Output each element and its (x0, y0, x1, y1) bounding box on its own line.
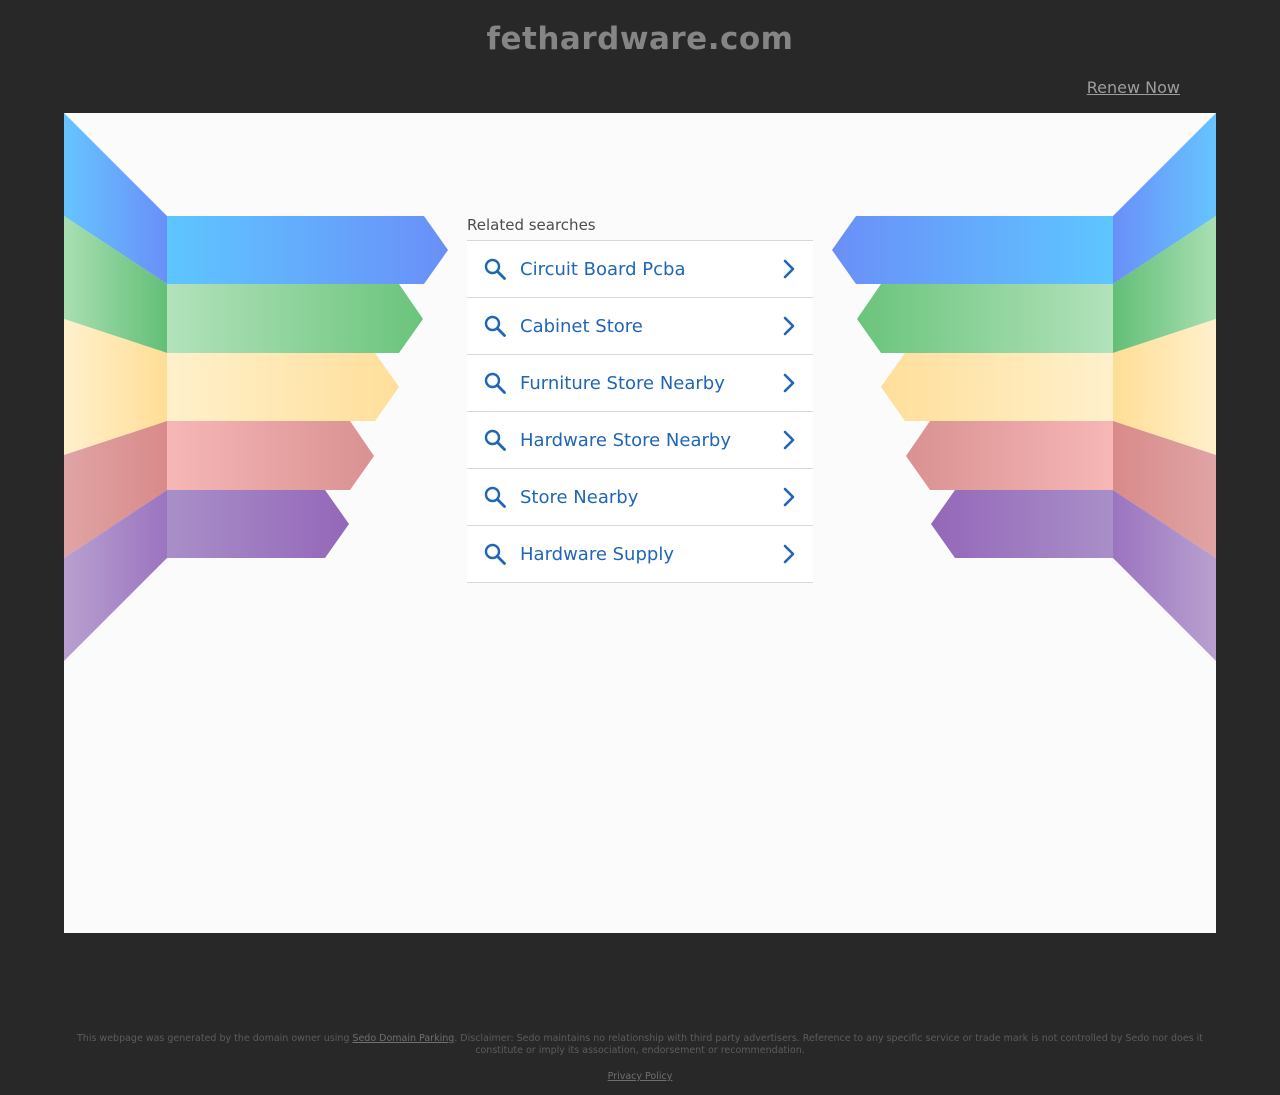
chevron-right-icon (783, 430, 795, 450)
related-search-label: Hardware Supply (520, 543, 674, 565)
disclaimer-text-start: This webpage was generated by the domain… (77, 1033, 353, 1044)
search-icon (484, 258, 506, 280)
footer-disclaimer: This webpage was generated by the domain… (64, 1033, 1216, 1057)
right-arrow-green (857, 284, 1113, 353)
privacy-section: Privacy Policy (0, 1071, 1280, 1083)
right-arrow-blue (832, 216, 1113, 284)
chevron-right-icon (783, 316, 795, 336)
search-icon (484, 543, 506, 565)
chevron-right-icon (783, 487, 795, 507)
related-search-label: Hardware Store Nearby (520, 429, 731, 451)
chevron-right-icon (783, 373, 795, 393)
disclaimer-text-end: . Disclaimer: Sedo maintains no relation… (454, 1033, 1203, 1056)
search-icon (484, 315, 506, 337)
related-search-item[interactable]: Circuit Board Pcba (467, 241, 813, 298)
related-search-item[interactable]: Hardware Supply (467, 526, 813, 583)
related-search-label: Cabinet Store (520, 315, 643, 337)
search-icon (484, 486, 506, 508)
chevron-right-icon (783, 544, 795, 564)
right-arrow-yellow (881, 353, 1113, 421)
related-search-item[interactable]: Hardware Store Nearby (467, 412, 813, 469)
related-search-item[interactable]: Store Nearby (467, 469, 813, 526)
main-panel: Related searches Circuit Board Pcba Cabi… (64, 113, 1216, 933)
related-search-item[interactable]: Cabinet Store (467, 298, 813, 355)
related-search-item[interactable]: Furniture Store Nearby (467, 355, 813, 412)
related-searches-title: Related searches (467, 215, 813, 241)
domain-title: fethardware.com (486, 21, 794, 57)
privacy-policy-link[interactable]: Privacy Policy (608, 1071, 673, 1082)
left-arrow-blue (167, 216, 448, 284)
left-arrow-green (167, 284, 423, 353)
left-arrow-yellow (167, 353, 399, 421)
chevron-right-icon (783, 259, 795, 279)
sedo-parking-link[interactable]: Sedo Domain Parking (352, 1033, 454, 1044)
right-arrow-purple (931, 490, 1113, 558)
related-search-label: Store Nearby (520, 486, 639, 508)
related-searches: Related searches Circuit Board Pcba Cabi… (467, 215, 813, 583)
related-search-label: Circuit Board Pcba (520, 258, 686, 280)
related-search-label: Furniture Store Nearby (520, 372, 725, 394)
right-arrow-pink (906, 421, 1113, 490)
left-arrow-purple (167, 490, 349, 558)
search-icon (484, 372, 506, 394)
left-arrow-pink (167, 421, 374, 490)
renew-now-link[interactable]: Renew Now (1087, 78, 1180, 98)
search-icon (484, 429, 506, 451)
